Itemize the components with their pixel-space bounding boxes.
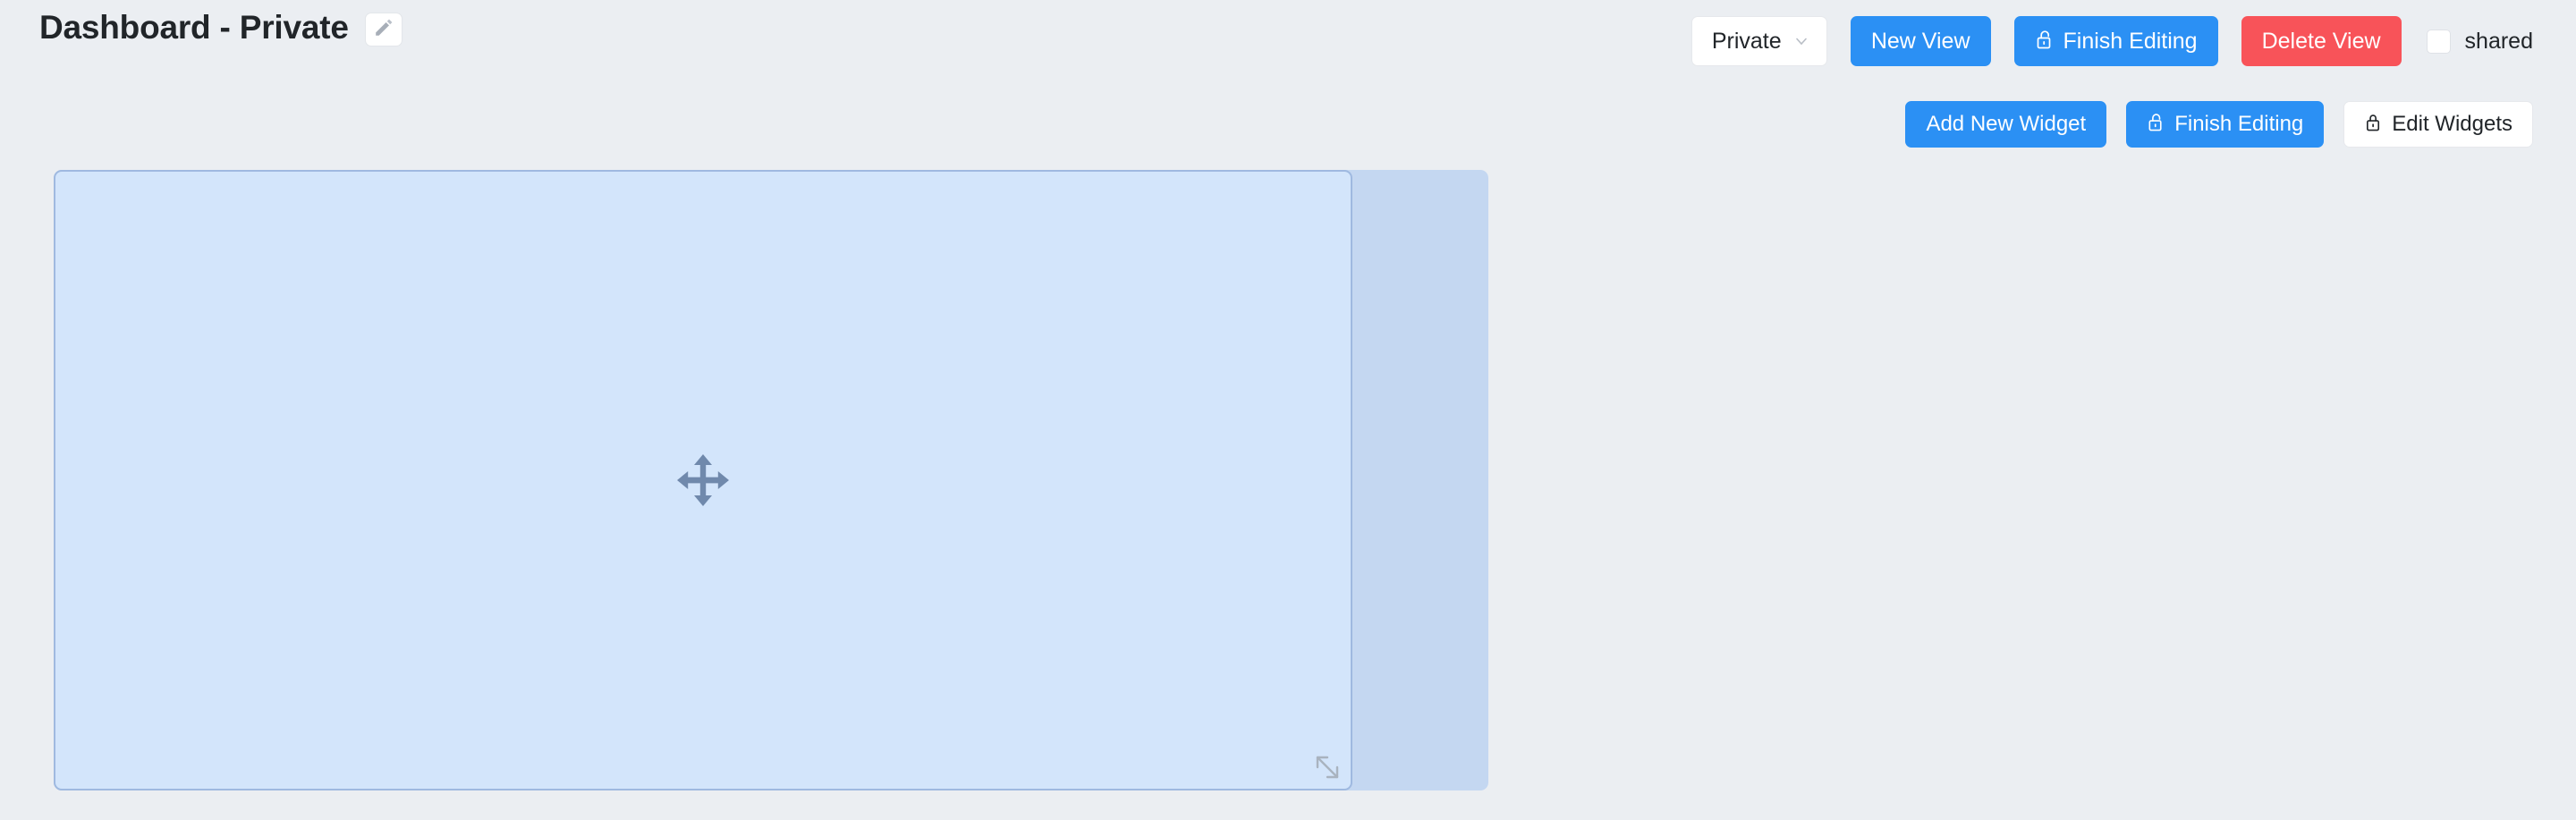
unlock-icon [2147,112,2165,137]
finish-editing-view-label: Finish Editing [2063,28,2198,54]
page-title: Dashboard - Private [39,9,349,46]
new-view-button[interactable]: New View [1850,16,1991,66]
chevron-down-icon [1794,34,1809,48]
shared-toggle[interactable]: shared [2426,28,2533,55]
add-new-widget-button[interactable]: Add New Widget [1905,101,2107,148]
shared-checkbox[interactable] [2426,29,2451,54]
new-view-label: New View [1870,28,1970,54]
edit-widgets-button[interactable]: Edit Widgets [2343,101,2533,148]
finish-editing-widgets-button[interactable]: Finish Editing [2126,101,2325,148]
edit-title-button[interactable] [364,12,402,46]
widget-placeholder[interactable] [54,170,1352,790]
view-controls-toolbar: Private New View Finish Editing Delete V… [1690,16,2533,66]
lock-icon [2364,112,2383,137]
resize-diagonal-icon[interactable] [1309,749,1345,785]
header-bar: Dashboard - Private Private New View Fin… [0,0,2576,170]
view-select[interactable]: Private [1690,16,1827,66]
finish-editing-view-button[interactable]: Finish Editing [2013,16,2218,66]
title-group: Dashboard - Private [39,7,402,48]
view-select-value: Private [1711,28,1782,54]
edit-widgets-label: Edit Widgets [2392,112,2512,136]
move-arrows-icon[interactable] [675,452,731,508]
unlock-icon [2035,29,2055,55]
delete-view-label: Delete View [2261,28,2381,54]
shared-label: shared [2464,28,2533,54]
widget-controls-toolbar: Add New Widget Finish Editing Edit Widge… [1905,101,2533,148]
add-new-widget-label: Add New Widget [1926,112,2087,136]
finish-editing-widgets-label: Finish Editing [2174,112,2304,136]
delete-view-button[interactable]: Delete View [2241,16,2402,66]
pencil-icon [373,17,394,41]
widget-grid [54,170,1488,790]
